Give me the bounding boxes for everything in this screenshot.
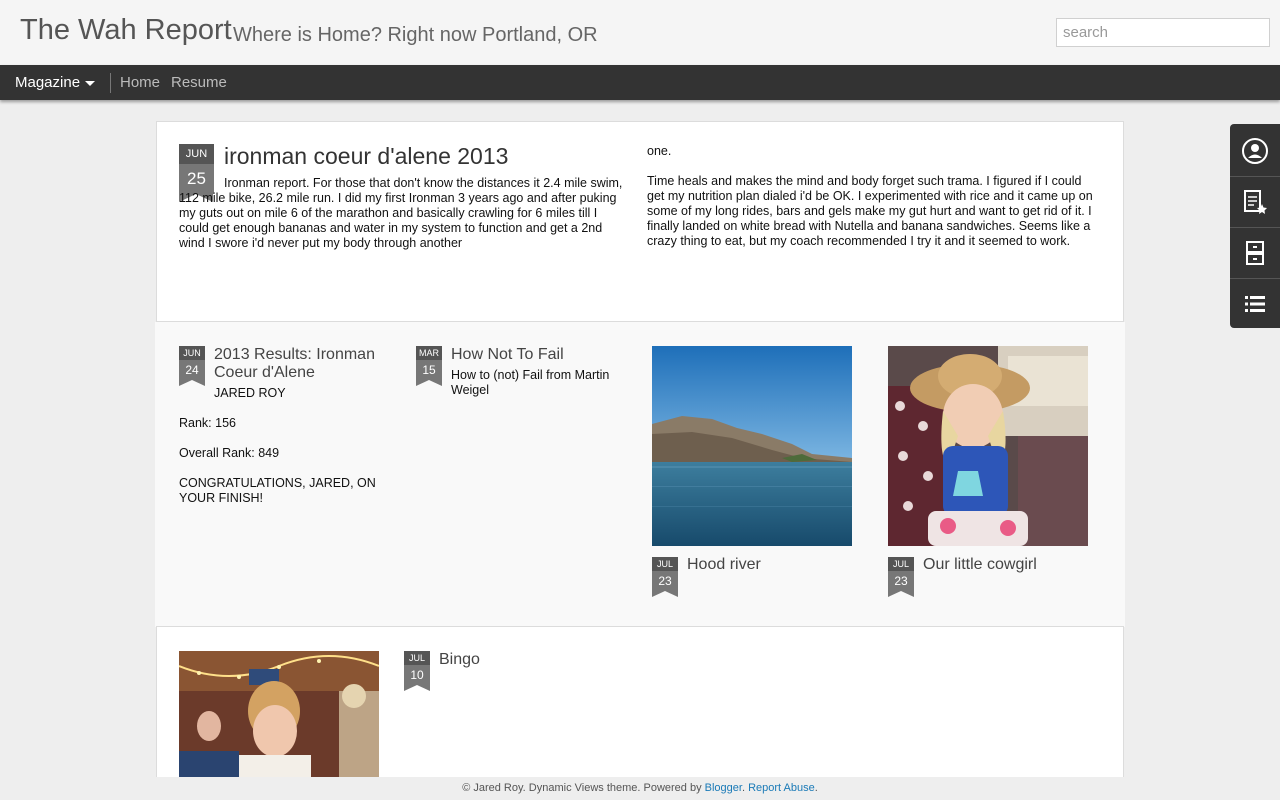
date-month: JUL: [652, 557, 678, 571]
date-month: MAR: [416, 346, 442, 360]
featured-post-text: Time heals and makes the mind and body f…: [647, 174, 1093, 248]
badge-tail: [652, 591, 678, 597]
bingo-photo-image: [179, 651, 379, 778]
date-badge: JUN 24: [179, 346, 205, 386]
blogger-link[interactable]: Blogger: [705, 782, 742, 794]
date-day: 15: [416, 360, 442, 380]
page-footer: © Jared Roy. Dynamic Views theme. Powere…: [0, 777, 1280, 800]
post-text: Rank: 156: [179, 416, 236, 430]
date-day: 23: [888, 571, 914, 591]
nav-link-home[interactable]: Home: [120, 74, 160, 91]
side-toolbar: [1230, 124, 1280, 328]
date-badge: JUL 23: [888, 557, 914, 597]
view-selector-label: Magazine: [15, 74, 81, 91]
post-photo-bingo[interactable]: [179, 651, 379, 778]
report-abuse-link[interactable]: Report Abuse: [748, 782, 815, 794]
date-badge: JUL 10: [404, 651, 430, 691]
featured-post-excerpt-left: Ironman report. For those that don't kno…: [179, 176, 629, 251]
chevron-down-icon: [85, 80, 96, 86]
date-badge: JUL 23: [652, 557, 678, 597]
view-selector[interactable]: Magazine: [15, 74, 96, 91]
subscribe-icon: [1244, 189, 1267, 214]
nav-divider: [110, 73, 111, 93]
date-day: 23: [652, 571, 678, 591]
footer-text: © Jared Roy. Dynamic Views theme. Powere…: [462, 782, 702, 794]
date-month: JUN: [179, 346, 205, 360]
profile-button[interactable]: [1230, 126, 1280, 176]
date-month: JUL: [888, 557, 914, 571]
search-input[interactable]: [1056, 18, 1270, 47]
featured-post-title[interactable]: ironman coeur d'alene 2013: [224, 143, 508, 170]
featured-post-text: one.: [647, 144, 672, 158]
post-text: CONGRATULATIONS, JARED, ON YOUR FINISH!: [179, 476, 376, 505]
post-photo-girl-hat[interactable]: [888, 346, 1088, 546]
post-title[interactable]: Bingo: [439, 651, 639, 669]
nav-link-resume[interactable]: Resume: [171, 74, 227, 91]
date-day: 10: [404, 665, 430, 685]
badge-tail: [404, 685, 430, 691]
date-month: JUL: [404, 651, 430, 665]
post-title[interactable]: How Not To Fail: [451, 346, 631, 364]
labels-button[interactable]: [1230, 278, 1280, 328]
date-month: JUN: [179, 144, 214, 164]
post-author: JARED ROY: [214, 386, 286, 400]
badge-tail: [888, 591, 914, 597]
post-title[interactable]: Hood river: [687, 556, 847, 574]
featured-post-text: Ironman report. For those that don't kno…: [179, 176, 623, 250]
blog-title[interactable]: The Wah Report: [20, 14, 232, 47]
post-excerpt: How to (not) Fail from Martin Weigel: [451, 368, 610, 397]
badge-tail: [416, 380, 442, 386]
date-badge: MAR 15: [416, 346, 442, 386]
post-title[interactable]: 2013 Results: Ironman Coeur d'Alene: [214, 346, 394, 382]
girl-photo-image: [888, 346, 1088, 546]
post-title[interactable]: Our little cowgirl: [923, 556, 1093, 574]
labels-list-icon: [1245, 295, 1265, 312]
subscribe-button[interactable]: [1230, 176, 1280, 226]
post-photo-lake[interactable]: [652, 346, 852, 546]
date-day: 24: [179, 360, 205, 380]
featured-post-excerpt-right: one. Time heals and makes the mind and b…: [647, 144, 1102, 264]
post-excerpt: Rank: 156 Overall Rank: 849 CONGRATULATI…: [179, 416, 379, 521]
profile-icon: [1242, 138, 1268, 164]
post-text: Overall Rank: 849: [179, 446, 280, 460]
archive-button[interactable]: [1230, 227, 1280, 277]
nav-bar: Magazine Home Resume: [0, 65, 1280, 100]
lake-photo-image: [652, 346, 852, 546]
blog-header: The Wah Report Where is Home? Right now …: [0, 0, 1280, 65]
blog-description: Where is Home? Right now Portland, OR: [233, 24, 598, 46]
archive-icon: [1246, 240, 1264, 265]
badge-tail: [179, 380, 205, 386]
